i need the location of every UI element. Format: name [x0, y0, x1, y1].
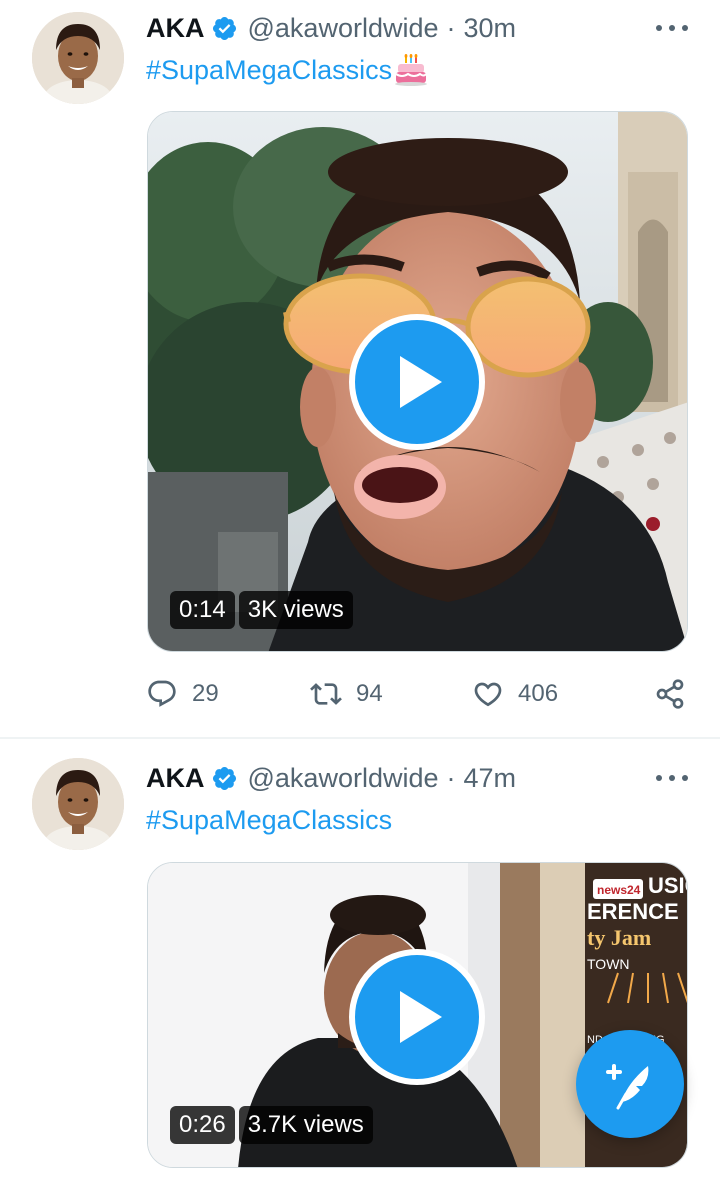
backdrop-sign-line: ERENCE: [587, 899, 679, 924]
play-button[interactable]: [349, 949, 485, 1085]
backdrop-sign-line: ty Jam: [587, 925, 651, 950]
verified-badge-icon: [211, 765, 238, 792]
video-views: 3K views: [238, 591, 353, 629]
display-name[interactable]: AKA: [146, 763, 205, 794]
play-icon: [400, 356, 442, 408]
more-icon[interactable]: [656, 772, 688, 784]
video-player[interactable]: 0:14 3K views: [147, 111, 688, 652]
backdrop-sign-news24: news24: [597, 883, 641, 897]
birthday-cake-icon: [394, 54, 428, 86]
tweet-time[interactable]: 30m: [464, 13, 517, 44]
tweet-divider: [0, 737, 720, 739]
retweet-count: 94: [356, 680, 383, 707]
tweet-time[interactable]: 47m: [464, 763, 517, 794]
like-count: 406: [518, 680, 559, 707]
separator-dot: ·: [446, 12, 456, 43]
video-meta: 0:26 3.7K views: [170, 1106, 373, 1144]
hashtag-link[interactable]: #SupaMegaClassics: [146, 805, 392, 836]
retweet-button[interactable]: 94: [310, 672, 383, 716]
timeline-feed: AKA @akaworldwide · 30m #SupaMegaClassic…: [0, 0, 720, 1185]
user-handle[interactable]: @akaworldwide: [248, 13, 439, 44]
video-meta: 0:14 3K views: [170, 591, 353, 629]
video-views: 3.7K views: [238, 1106, 373, 1144]
display-name[interactable]: AKA: [146, 13, 205, 44]
separator-dot: ·: [446, 762, 456, 793]
compose-feather-icon: [606, 1064, 649, 1110]
tweet[interactable]: AKA @akaworldwide · 30m #SupaMegaClassic…: [0, 0, 720, 738]
user-handle[interactable]: @akaworldwide: [248, 763, 439, 794]
share-icon: [656, 679, 684, 709]
play-button[interactable]: [349, 314, 485, 450]
video-duration: 0:14: [170, 591, 235, 629]
tweet-header: AKA @akaworldwide · 30m: [146, 10, 516, 46]
backdrop-sign-line: TOWN: [587, 956, 630, 972]
tweet-header: AKA @akaworldwide · 47m: [146, 760, 516, 796]
play-icon: [400, 991, 442, 1043]
avatar[interactable]: [32, 12, 124, 104]
hashtag-link[interactable]: #SupaMegaClassics: [146, 55, 392, 86]
share-button[interactable]: [654, 672, 686, 716]
tweet-text: #SupaMegaClassics: [146, 802, 392, 838]
tweet-actions: 29 94 406: [146, 672, 691, 716]
avatar[interactable]: [32, 758, 124, 850]
reply-count: 29: [192, 680, 219, 707]
retweet-icon: [310, 683, 342, 705]
heart-icon: [474, 682, 502, 707]
reply-button[interactable]: 29: [146, 672, 219, 716]
compose-tweet-button[interactable]: [576, 1030, 684, 1138]
more-icon[interactable]: [656, 22, 688, 34]
tweet-text: #SupaMegaClassics: [146, 52, 428, 88]
verified-badge-icon: [211, 15, 238, 42]
avatar-portrait: [32, 758, 124, 850]
backdrop-sign-line: USIC: [648, 873, 688, 898]
like-button[interactable]: 406: [472, 672, 558, 716]
video-duration: 0:26: [170, 1106, 235, 1144]
avatar-portrait: [32, 12, 124, 104]
reply-icon: [148, 680, 176, 707]
